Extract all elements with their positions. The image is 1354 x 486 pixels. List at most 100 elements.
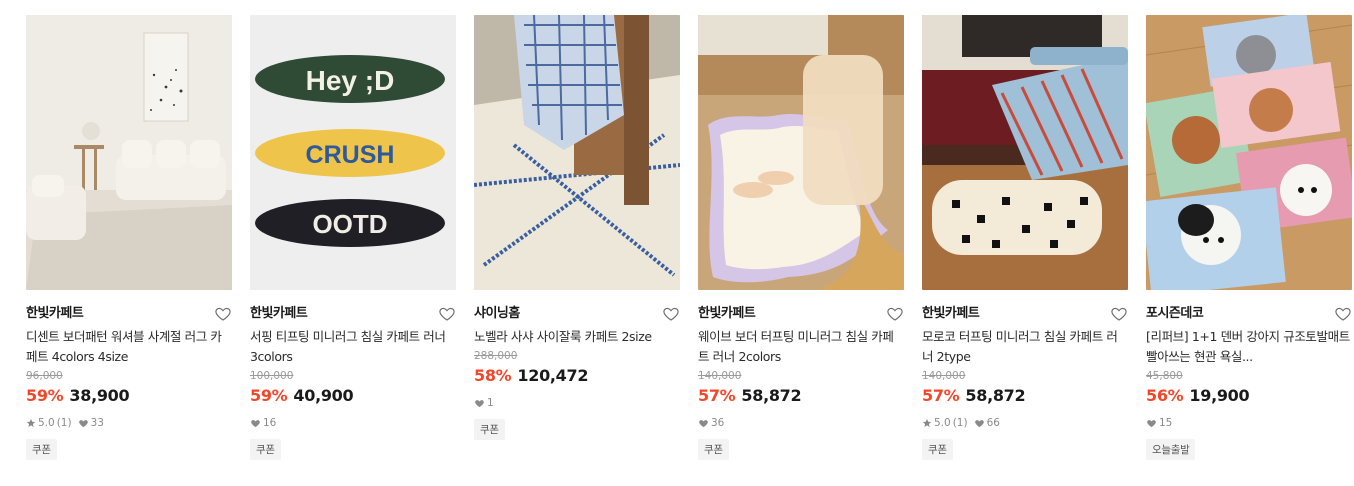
likes: 36 bbox=[698, 416, 724, 430]
heart-outline-icon[interactable] bbox=[1110, 305, 1128, 323]
star-icon bbox=[922, 416, 932, 430]
product-image[interactable] bbox=[26, 15, 232, 290]
product-title[interactable]: 모로코 터프팅 미니러그 침실 카페트 러너 2type bbox=[922, 327, 1128, 367]
product-title[interactable]: 디센트 보더패턴 워셔블 사계절 러그 카페트 4colors 4size bbox=[26, 327, 232, 367]
original-price: 100,000 bbox=[250, 370, 294, 382]
rating: 5.0 (1) bbox=[922, 416, 968, 430]
likes: 1 bbox=[474, 396, 494, 410]
heart-outline-icon[interactable] bbox=[886, 305, 904, 323]
rating-value: 5.0 bbox=[38, 417, 55, 429]
product-info: 포시즌데코 [리퍼브] 1+1 덴버 강아지 규조토발매트 빨아쓰는 현관 욕실… bbox=[1146, 304, 1352, 460]
like-count: 33 bbox=[90, 417, 104, 429]
product-grid: 한빛카페트 디센트 보더패턴 워셔블 사계절 러그 카페트 4colors 4s… bbox=[26, 15, 1352, 460]
product-card[interactable]: Hey ;D CRUSH OOTD 한빛카페트 서핑 티프팅 미니러그 침실 카… bbox=[250, 15, 456, 460]
product-info: 샤이닝홈 노벨라 사샤 사이잘룩 카페트 2size 288,000 58% 12… bbox=[474, 304, 680, 440]
price-row: 58% 120,472 bbox=[474, 365, 680, 387]
product-card[interactable]: 샤이닝홈 노벨라 사샤 사이잘룩 카페트 2size 288,000 58% 12… bbox=[474, 15, 680, 460]
product-stats: 36 bbox=[698, 416, 904, 430]
product-image[interactable] bbox=[698, 15, 904, 290]
review-count: (1) bbox=[56, 417, 72, 429]
product-card[interactable]: 한빛카페트 모로코 터프팅 미니러그 침실 카페트 러너 2type 140,0… bbox=[922, 15, 1128, 460]
sale-price: 58,872 bbox=[741, 386, 802, 405]
rug-text-3: OOTD bbox=[312, 209, 387, 239]
product-info: 한빛카페트 디센트 보더패턴 워셔블 사계절 러그 카페트 4colors 4s… bbox=[26, 304, 232, 460]
product-title[interactable]: 노벨라 사샤 사이잘룩 카페트 2size bbox=[474, 327, 680, 347]
star-icon bbox=[26, 416, 36, 430]
heart-filled-icon bbox=[474, 396, 485, 410]
product-stats: 5.0 (1) 33 bbox=[26, 416, 232, 430]
coupon-badge: 쿠폰 bbox=[250, 439, 281, 460]
coupon-badge: 쿠폰 bbox=[474, 419, 505, 440]
product-card[interactable]: 포시즌데코 [리퍼브] 1+1 덴버 강아지 규조토발매트 빨아쓰는 현관 욕실… bbox=[1146, 15, 1352, 460]
like-count: 15 bbox=[1159, 417, 1173, 429]
product-image[interactable] bbox=[474, 15, 680, 290]
likes: 16 bbox=[250, 416, 276, 430]
price-row: 59% 40,900 bbox=[250, 385, 456, 407]
product-card[interactable]: 한빛카페트 웨이브 보더 터프팅 미니러그 침실 카페트 러너 2colors … bbox=[698, 15, 904, 460]
sale-price: 120,472 bbox=[517, 366, 589, 385]
product-image[interactable]: Hey ;D CRUSH OOTD bbox=[250, 15, 456, 290]
product-title[interactable]: 웨이브 보더 터프팅 미니러그 침실 카페트 러너 2colors bbox=[698, 327, 904, 367]
product-title[interactable]: [리퍼브] 1+1 덴버 강아지 규조토발매트 빨아쓰는 현관 욕실... bbox=[1146, 327, 1352, 367]
product-stats: 1 bbox=[474, 396, 680, 410]
discount-rate: 59% bbox=[250, 386, 288, 405]
discount-rate: 59% bbox=[26, 386, 64, 405]
rug-text-2: CRUSH bbox=[306, 141, 395, 169]
like-count: 16 bbox=[263, 417, 277, 429]
brand-name[interactable]: 한빛카페트 bbox=[250, 304, 456, 324]
sale-price: 40,900 bbox=[293, 386, 354, 405]
discount-rate: 56% bbox=[1146, 386, 1184, 405]
heart-filled-icon bbox=[698, 416, 709, 430]
brand-name[interactable]: 포시즌데코 bbox=[1146, 304, 1352, 324]
product-stats: 15 bbox=[1146, 416, 1352, 430]
heart-filled-icon bbox=[1146, 416, 1157, 430]
product-card[interactable]: 한빛카페트 디센트 보더패턴 워셔블 사계절 러그 카페트 4colors 4s… bbox=[26, 15, 232, 460]
brand-name[interactable]: 한빛카페트 bbox=[922, 304, 1128, 324]
product-title[interactable]: 서핑 티프팅 미니러그 침실 카페트 러너 3colors bbox=[250, 327, 456, 367]
like-count: 66 bbox=[986, 417, 1000, 429]
original-price: 140,000 bbox=[698, 370, 742, 382]
heart-outline-icon[interactable] bbox=[438, 305, 456, 323]
product-image[interactable] bbox=[922, 15, 1128, 290]
sale-price: 19,900 bbox=[1189, 386, 1250, 405]
product-info: 한빛카페트 웨이브 보더 터프팅 미니러그 침실 카페트 러너 2colors … bbox=[698, 304, 904, 460]
like-count: 36 bbox=[711, 417, 725, 429]
rug-text-1: Hey ;D bbox=[306, 65, 395, 96]
brand-name[interactable]: 샤이닝홈 bbox=[474, 304, 680, 324]
review-count: (1) bbox=[952, 417, 968, 429]
coupon-badge: 쿠폰 bbox=[26, 439, 57, 460]
heart-outline-icon[interactable] bbox=[214, 305, 232, 323]
discount-rate: 57% bbox=[922, 386, 960, 405]
likes: 33 bbox=[78, 416, 104, 430]
price-row: 57% 58,872 bbox=[922, 385, 1128, 407]
original-price: 96,000 bbox=[26, 370, 63, 382]
sale-price: 58,872 bbox=[965, 386, 1026, 405]
likes: 66 bbox=[974, 416, 1000, 430]
heart-filled-icon bbox=[250, 416, 261, 430]
heart-filled-icon bbox=[974, 416, 985, 430]
discount-rate: 58% bbox=[474, 366, 512, 385]
heart-outline-icon[interactable] bbox=[1334, 305, 1352, 323]
shipping-badge: 오늘출발 bbox=[1146, 439, 1196, 460]
like-count: 1 bbox=[487, 397, 494, 409]
heart-outline-icon[interactable] bbox=[662, 305, 680, 323]
brand-name[interactable]: 한빛카페트 bbox=[26, 304, 232, 324]
brand-name[interactable]: 한빛카페트 bbox=[698, 304, 904, 324]
product-info: 한빛카페트 서핑 티프팅 미니러그 침실 카페트 러너 3colors 100,… bbox=[250, 304, 456, 460]
product-stats: 16 bbox=[250, 416, 456, 430]
coupon-badge: 쿠폰 bbox=[698, 439, 729, 460]
product-stats: 5.0 (1) 66 bbox=[922, 416, 1128, 430]
original-price: 288,000 bbox=[474, 350, 518, 362]
rating-value: 5.0 bbox=[934, 417, 951, 429]
price-row: 59% 38,900 bbox=[26, 385, 232, 407]
coupon-badge: 쿠폰 bbox=[922, 439, 953, 460]
rating: 5.0 (1) bbox=[26, 416, 72, 430]
price-row: 56% 19,900 bbox=[1146, 385, 1352, 407]
original-price: 140,000 bbox=[922, 370, 966, 382]
sale-price: 38,900 bbox=[69, 386, 130, 405]
product-image[interactable] bbox=[1146, 15, 1352, 290]
original-price: 45,800 bbox=[1146, 370, 1183, 382]
likes: 15 bbox=[1146, 416, 1172, 430]
discount-rate: 57% bbox=[698, 386, 736, 405]
price-row: 57% 58,872 bbox=[698, 385, 904, 407]
